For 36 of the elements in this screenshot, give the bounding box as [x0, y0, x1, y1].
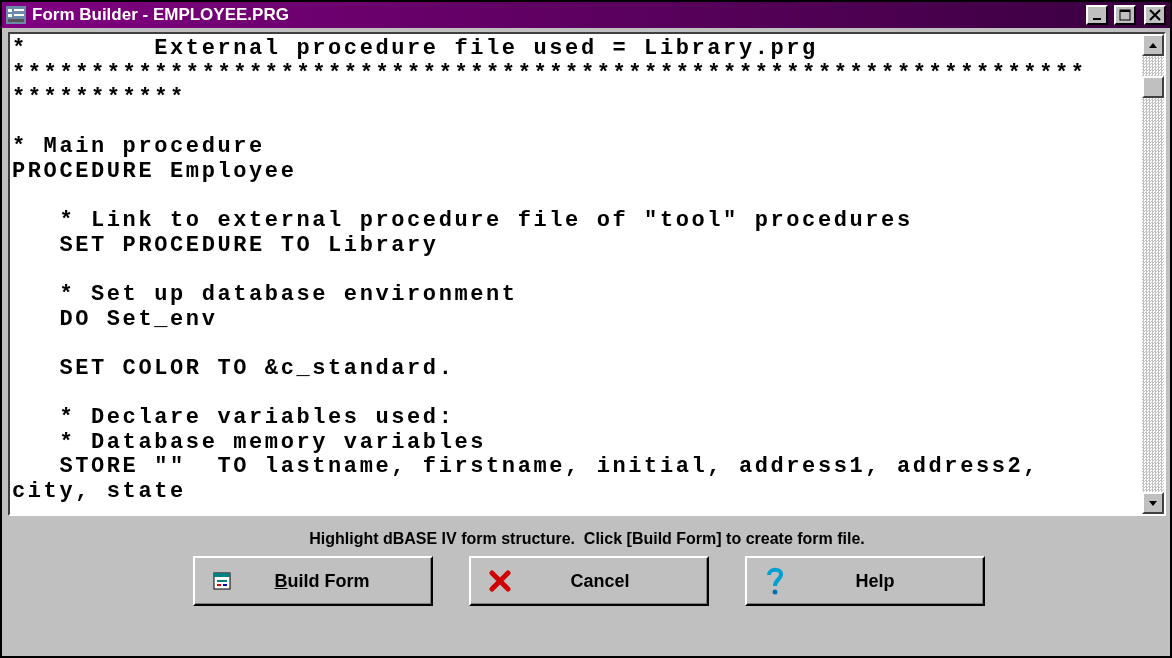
build-form-button[interactable]: Build Form [193, 556, 433, 606]
maximize-icon [1119, 9, 1131, 21]
code-line: * Link to external procedure file of "tool" procedures [58, 209, 914, 234]
code-editor[interactable] [8, 32, 1166, 516]
vertical-scrollbar[interactable] [1142, 34, 1164, 514]
code-line: SET COLOR TO &c_standard. [58, 356, 456, 382]
code-line: SET PROCEDURE TO Library [58, 233, 440, 259]
code-line: * Database memory variables [58, 430, 488, 456]
code-line: * Main procedure [12, 135, 266, 160]
scroll-down-button[interactable] [1142, 492, 1164, 514]
scroll-up-button[interactable] [1142, 34, 1164, 56]
code-line: * Declare variables used: [58, 405, 456, 431]
code-line: *********** [12, 86, 187, 111]
code-line: city, state [12, 479, 187, 505]
minimize-icon [1093, 18, 1101, 20]
code-line: * Set up database environment [58, 282, 519, 308]
close-button[interactable] [1144, 5, 1166, 25]
code-line: PROCEDURE Employee [12, 159, 298, 185]
form-icon [213, 572, 231, 590]
minimize-button[interactable] [1086, 5, 1108, 25]
question-mark-icon [765, 566, 785, 596]
code-line: STORE "" TO lastname, firstname, initial, address1, address2, [58, 455, 1041, 480]
close-icon [1149, 9, 1161, 21]
window-title: Form Builder - EMPLOYEE.PRG [32, 5, 290, 25]
cancel-button[interactable]: Cancel [469, 556, 709, 606]
up-arrow-icon [1149, 42, 1157, 48]
instruction-text: Highlight dBASE IV form structure. Click [Build Form] to create form file. [308, 530, 866, 548]
code-line: ******************************************************************** [12, 61, 1088, 87]
code-line: DO Set_env [58, 307, 219, 333]
app-icon [6, 6, 26, 24]
cross-icon [489, 570, 511, 592]
scroll-thumb[interactable] [1142, 76, 1164, 98]
down-arrow-icon [1149, 500, 1157, 506]
help-button[interactable]: Help [745, 556, 985, 606]
code-line: * External procedure file used = Library.prg [12, 37, 819, 62]
maximize-button[interactable] [1114, 5, 1136, 25]
